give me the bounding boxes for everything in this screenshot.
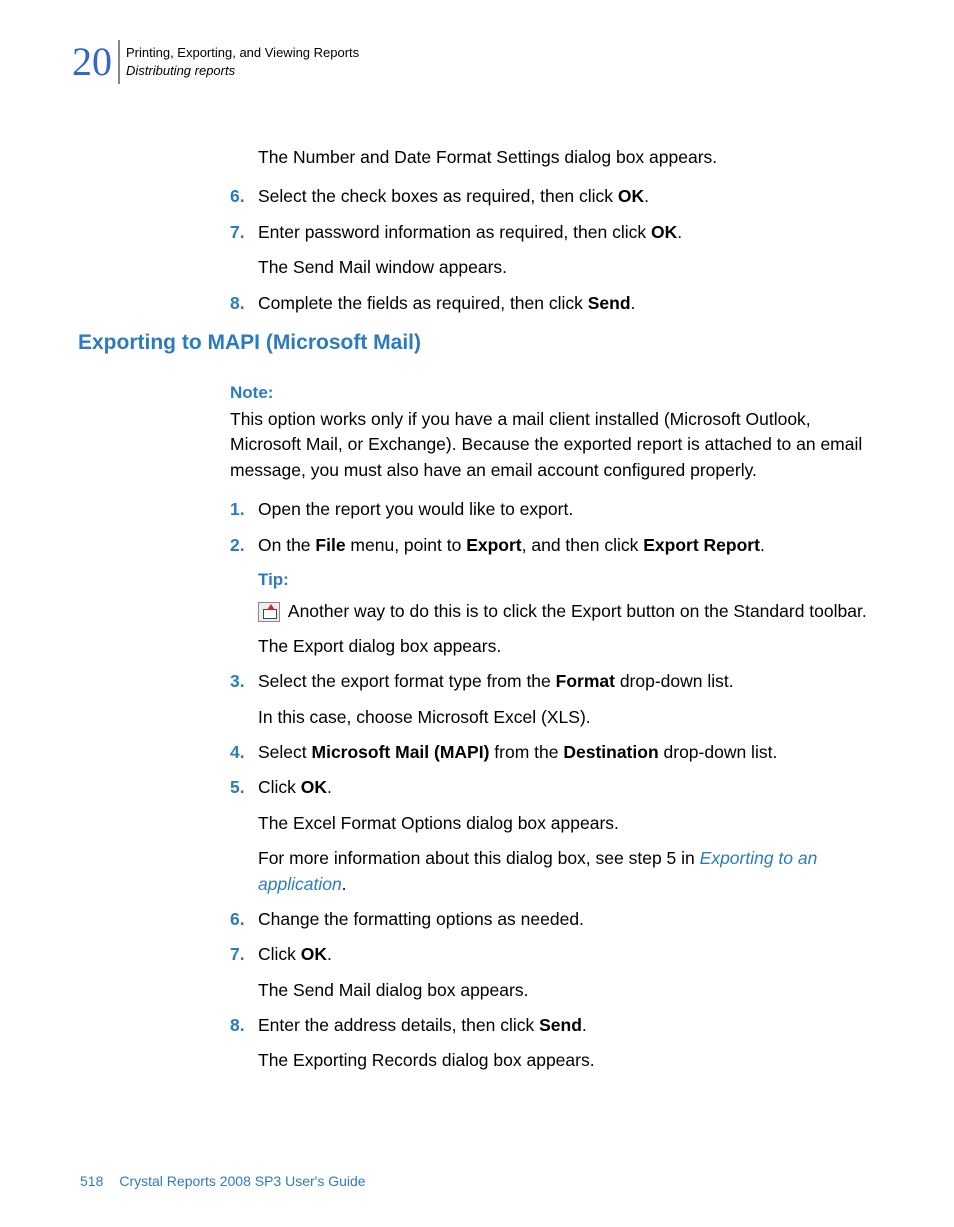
step-body: Open the report you would like to export… bbox=[258, 497, 870, 522]
step-sub: The Send Mail window appears. bbox=[258, 255, 870, 280]
step-sub: In this case, choose Microsoft Excel (XL… bbox=[258, 705, 870, 730]
chapter-number: 20 bbox=[72, 42, 112, 82]
step-7: 7. Enter password information as require… bbox=[230, 220, 870, 281]
step-number: 7. bbox=[230, 220, 258, 281]
header-chapter-title: Printing, Exporting, and Viewing Reports bbox=[126, 44, 359, 62]
tip-body: Another way to do this is to click the E… bbox=[258, 599, 870, 624]
step-6: 6. Change the formatting options as need… bbox=[230, 907, 870, 932]
step-sub: The Excel Format Options dialog box appe… bbox=[258, 811, 870, 836]
step-8: 8. Complete the fields as required, then… bbox=[230, 291, 870, 316]
step-5: 5. Click OK. The Excel Format Options di… bbox=[230, 775, 870, 897]
step-body: Change the formatting options as needed. bbox=[258, 907, 870, 932]
page-number: 518 bbox=[80, 1173, 103, 1189]
step-number: 7. bbox=[230, 942, 258, 1003]
step-number: 6. bbox=[230, 907, 258, 932]
step-body: Click OK. The Send Mail dialog box appea… bbox=[258, 942, 870, 1003]
note-body: This option works only if you have a mai… bbox=[230, 407, 870, 483]
page-header: 20 Printing, Exporting, and Viewing Repo… bbox=[72, 40, 359, 84]
step-body: Click OK. The Excel Format Options dialo… bbox=[258, 775, 870, 897]
step-body: Select the check boxes as required, then… bbox=[258, 184, 870, 209]
step-sub: The Exporting Records dialog box appears… bbox=[258, 1048, 870, 1073]
mapi-section: Note: This option works only if you have… bbox=[230, 383, 870, 1084]
step-number: 2. bbox=[230, 533, 258, 660]
step-number: 3. bbox=[230, 669, 258, 730]
tip-label: Tip: bbox=[258, 568, 870, 593]
step-2: 2. On the File menu, point to Export, an… bbox=[230, 533, 870, 660]
step-body: Enter the address details, then click Se… bbox=[258, 1013, 870, 1074]
step-4: 4. Select Microsoft Mail (MAPI) from the… bbox=[230, 740, 870, 765]
step-8: 8. Enter the address details, then click… bbox=[230, 1013, 870, 1074]
step-3: 3. Select the export format type from th… bbox=[230, 669, 870, 730]
header-section-title: Distributing reports bbox=[126, 62, 359, 80]
step-body: Enter password information as required, … bbox=[258, 220, 870, 281]
page-footer: 518 Crystal Reports 2008 SP3 User's Guide bbox=[80, 1173, 366, 1189]
top-content-block: The Number and Date Format Settings dial… bbox=[230, 145, 870, 326]
tip-sub: The Export dialog box appears. bbox=[258, 634, 870, 659]
dialog-appears-text: The Number and Date Format Settings dial… bbox=[258, 145, 870, 170]
export-icon bbox=[258, 602, 280, 622]
step-number: 1. bbox=[230, 497, 258, 522]
step-number: 6. bbox=[230, 184, 258, 209]
step-sub-link: For more information about this dialog b… bbox=[258, 846, 870, 897]
tip-block: Tip: Another way to do this is to click … bbox=[258, 568, 870, 624]
step-body: Select the export format type from the F… bbox=[258, 669, 870, 730]
step-number: 8. bbox=[230, 1013, 258, 1074]
note-label: Note: bbox=[230, 383, 870, 403]
step-body: Complete the fields as required, then cl… bbox=[258, 291, 870, 316]
step-sub: The Send Mail dialog box appears. bbox=[258, 978, 870, 1003]
step-number: 8. bbox=[230, 291, 258, 316]
step-number: 5. bbox=[230, 775, 258, 897]
step-1: 1. Open the report you would like to exp… bbox=[230, 497, 870, 522]
step-body: Select Microsoft Mail (MAPI) from the De… bbox=[258, 740, 870, 765]
step-7: 7. Click OK. The Send Mail dialog box ap… bbox=[230, 942, 870, 1003]
footer-title: Crystal Reports 2008 SP3 User's Guide bbox=[119, 1173, 365, 1189]
header-text: Printing, Exporting, and Viewing Reports… bbox=[126, 44, 359, 80]
step-number: 4. bbox=[230, 740, 258, 765]
step-body: On the File menu, point to Export, and t… bbox=[258, 533, 870, 660]
header-divider bbox=[118, 40, 120, 84]
section-heading: Exporting to MAPI (Microsoft Mail) bbox=[78, 331, 421, 355]
step-6: 6. Select the check boxes as required, t… bbox=[230, 184, 870, 209]
